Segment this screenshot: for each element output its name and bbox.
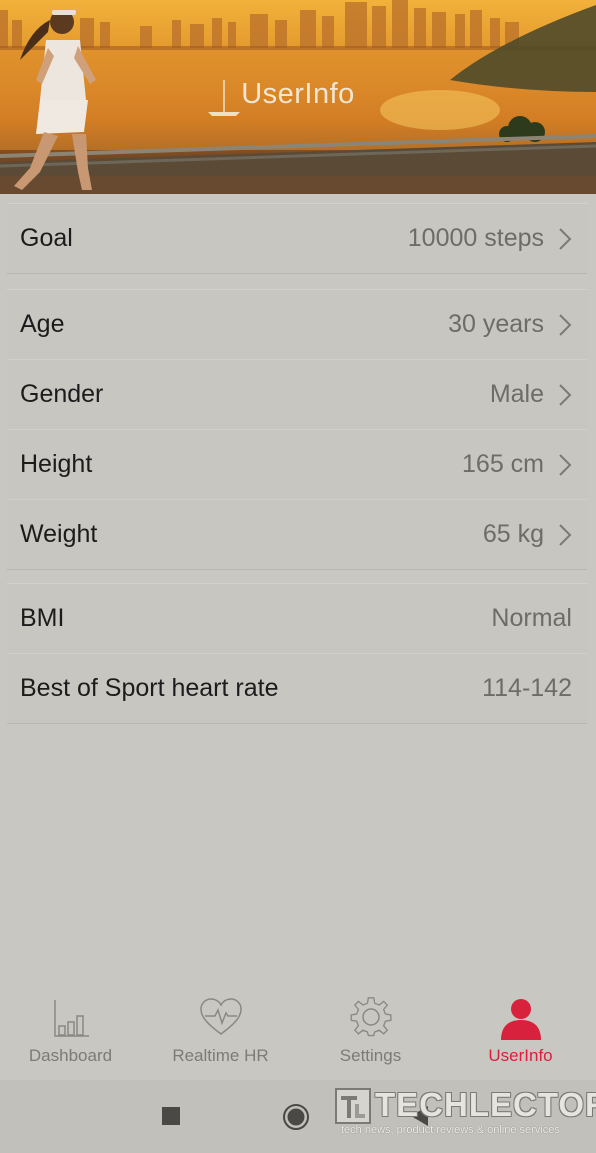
age-value: 30 years [448, 310, 544, 338]
user-icon [500, 999, 541, 1040]
tab-realtime-hr-label: Realtime HR [172, 1046, 269, 1065]
heart-rate-label: Best of Sport heart rate [20, 674, 279, 702]
weight-label: Weight [20, 520, 98, 548]
gender-value: Male [489, 380, 544, 408]
goal-card: Goal 10000 steps [7, 203, 587, 274]
chevron-right-icon [559, 228, 572, 250]
bar-chart-icon [53, 1000, 89, 1037]
tab-userinfo-label: UserInfo [488, 1046, 553, 1065]
weight-row[interactable]: Weight 65 kg [7, 500, 587, 569]
tab-userinfo[interactable]: UserInfo [446, 992, 595, 1066]
gear-icon [350, 997, 392, 1037]
watermark-logo-icon [335, 1088, 371, 1124]
goal-row[interactable]: Goal 10000 steps [7, 204, 587, 273]
chevron-right-icon [559, 454, 572, 476]
gender-row[interactable]: Gender Male [7, 360, 587, 430]
heart-rate-value: 114-142 [482, 674, 572, 702]
heart-pulse-icon [199, 998, 242, 1035]
chevron-right-icon [559, 384, 572, 406]
height-label: Height [20, 450, 93, 478]
age-row[interactable]: Age 30 years [7, 290, 587, 360]
bottom-tab-bar: Dashboard Realtime HR Settings UserInfo [0, 992, 596, 1076]
tab-settings-label: Settings [339, 1046, 402, 1065]
chevron-right-icon [559, 314, 572, 336]
height-value: 165 cm [462, 450, 544, 478]
tab-dashboard-label: Dashboard [28, 1046, 113, 1065]
profile-card: Age 30 years Gender Male Height 165 cm W… [7, 289, 587, 570]
info-card: BMI Normal Best of Sport heart rate 114-… [7, 583, 587, 724]
tab-realtime-hr[interactable]: Realtime HR [146, 992, 295, 1066]
weight-value: 65 kg [482, 520, 544, 548]
bmi-label: BMI [20, 604, 65, 632]
home-button[interactable] [282, 1103, 310, 1131]
tab-dashboard[interactable]: Dashboard [0, 992, 145, 1066]
heart-rate-row: Best of Sport heart rate 114-142 [7, 654, 587, 723]
gender-label: Gender [20, 380, 104, 408]
bmi-value: Normal [491, 604, 572, 632]
bmi-row: BMI Normal [7, 584, 587, 654]
tab-settings[interactable]: Settings [296, 992, 445, 1066]
header-banner: UserInfo [0, 0, 596, 194]
page-title: UserInfo [241, 78, 355, 110]
watermark-tagline: tech news, product reviews & online serv… [341, 1124, 560, 1136]
recent-apps-button[interactable] [161, 1106, 181, 1126]
chevron-right-icon [559, 524, 572, 546]
watermark-brand: TECHLECTOR [375, 1086, 596, 1123]
goal-label: Goal [20, 224, 73, 252]
goal-value: 10000 steps [407, 224, 544, 252]
height-row[interactable]: Height 165 cm [7, 430, 587, 500]
watermark: TECHLECTOR tech news, product reviews & … [333, 1084, 596, 1144]
age-label: Age [20, 310, 65, 338]
